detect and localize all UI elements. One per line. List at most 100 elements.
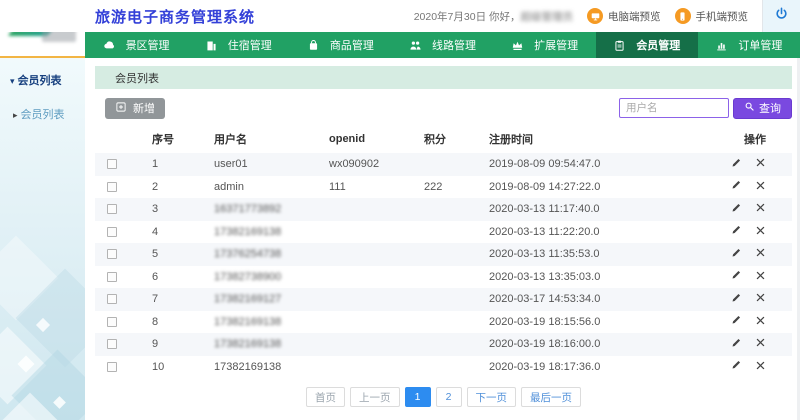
col-header-regtime: 注册时间 [487,125,697,153]
mobile-preview-button[interactable]: 手机端预览 [675,8,749,24]
cell-username: 17382169138 [212,356,327,379]
delete-icon[interactable] [755,247,766,261]
plus-box-icon [115,101,127,116]
table-row: 9 17382169138 2020-03-19 18:16:00.0 [95,333,792,356]
delete-icon[interactable] [755,292,766,306]
current-username: 超级管理员 [521,11,574,23]
row-checkbox[interactable] [107,159,117,169]
triangle-right-icon: ▸ [13,110,18,120]
add-button[interactable]: 新增 [105,98,165,119]
member-table: 序号 用户名 openid 积分 注册时间 操作 1 user01 wx0909… [95,125,792,378]
edit-icon[interactable] [730,157,742,172]
delete-icon[interactable] [755,337,766,351]
power-icon [774,6,789,26]
edit-icon[interactable] [730,269,742,284]
edit-icon[interactable] [730,337,742,352]
delete-icon[interactable] [755,270,766,284]
nav-item-5[interactable]: 会员管理 [596,32,698,58]
edit-icon[interactable] [730,179,742,194]
table-row: 3 16371773892 2020-03-13 11:17:40.0 [95,198,792,221]
col-header-operation: 操作 [697,125,792,153]
row-checkbox[interactable] [107,272,117,282]
nav-item-3[interactable]: 线路管理 [391,32,493,58]
cell-username: 17376254738 [212,243,327,266]
cell-points: 222 [422,176,487,199]
nav-item-label: 商品管理 [330,37,374,53]
pagination-item-3[interactable]: 2 [436,387,462,407]
cell-regtime: 2020-03-17 14:53:34.0 [487,288,697,311]
delete-icon[interactable] [755,315,766,329]
nav-item-label: 线路管理 [432,37,476,53]
cell-points [422,288,487,311]
delete-icon[interactable] [755,202,766,216]
edit-icon[interactable] [730,224,742,239]
cell-username: 17382169127 [212,288,327,311]
cell-no: 4 [150,221,212,244]
search-button-label: 查询 [759,100,781,116]
row-checkbox[interactable] [107,227,117,237]
row-checkbox[interactable] [107,339,117,349]
row-checkbox[interactable] [107,362,117,372]
triangle-down-icon: ▾ [10,76,15,86]
cell-points [422,198,487,221]
nav-item-6[interactable]: 订单管理 [698,32,800,58]
col-header-points: 积分 [422,125,487,153]
sidebar-item-member-list[interactable]: ▸会员列表 [0,97,85,131]
col-header-username: 用户名 [212,125,327,153]
cell-regtime: 2019-08-09 14:27:22.0 [487,176,697,199]
cell-points [422,266,487,289]
cell-username: admin [212,176,327,199]
cell-no: 8 [150,311,212,334]
table-row: 10 17382169138 2020-03-19 18:17:36.0 [95,356,792,379]
edit-icon[interactable] [730,359,742,374]
pc-preview-button[interactable]: 电脑端预览 [587,8,661,24]
pagination-item-5[interactable]: 最后一页 [521,387,581,407]
pagination-item-4[interactable]: 下一页 [467,387,517,407]
cell-no: 7 [150,288,212,311]
search-input[interactable] [619,98,729,118]
cell-openid [327,198,422,221]
checkbox-column-header [95,125,150,153]
nav-item-label: 会员管理 [636,37,680,53]
row-checkbox[interactable] [107,317,117,327]
cell-regtime: 2020-03-13 11:17:40.0 [487,198,697,221]
pagination-item-1[interactable]: 上一页 [350,387,400,407]
pagination-item-2[interactable]: 1 [405,387,431,407]
cell-username: 17382169138 [212,333,327,356]
nav-item-0[interactable]: 景区管理 [85,32,187,58]
cell-username: 17382738900 [212,266,327,289]
cell-username: 16371773892 [212,198,327,221]
row-checkbox[interactable] [107,294,117,304]
cell-points [422,333,487,356]
route-icon [409,39,422,52]
edit-icon[interactable] [730,247,742,262]
edit-icon[interactable] [730,314,742,329]
delete-icon[interactable] [755,157,766,171]
row-checkbox[interactable] [107,204,117,214]
nav-item-label: 订单管理 [738,37,782,53]
cell-regtime: 2019-08-09 09:54:47.0 [487,153,697,176]
lodging-icon [205,39,218,52]
search-area: 查询 [619,98,792,119]
sidebar-item-label: 会员列表 [18,75,62,87]
sidebar-item-member-list-parent[interactable]: ▾会员列表 [0,58,85,97]
cell-regtime: 2020-03-13 11:35:53.0 [487,243,697,266]
nav-item-4[interactable]: 扩展管理 [494,32,596,58]
greeting-text: 2020年7月30日 你好， [414,11,521,23]
nav-item-1[interactable]: 住宿管理 [187,32,289,58]
row-checkbox[interactable] [107,249,117,259]
extension-icon [511,39,524,52]
pagination-item-0[interactable]: 首页 [306,387,345,407]
breadcrumb: 会员列表 [95,66,792,89]
edit-icon[interactable] [730,292,742,307]
cell-openid [327,333,422,356]
row-checkbox[interactable] [107,182,117,192]
edit-icon[interactable] [730,202,742,217]
nav-item-2[interactable]: 商品管理 [289,32,391,58]
logout-button[interactable] [762,0,800,32]
toolbar: 新增 查询 [95,97,792,119]
delete-icon[interactable] [755,360,766,374]
search-button[interactable]: 查询 [733,98,792,119]
delete-icon[interactable] [755,180,766,194]
delete-icon[interactable] [755,225,766,239]
